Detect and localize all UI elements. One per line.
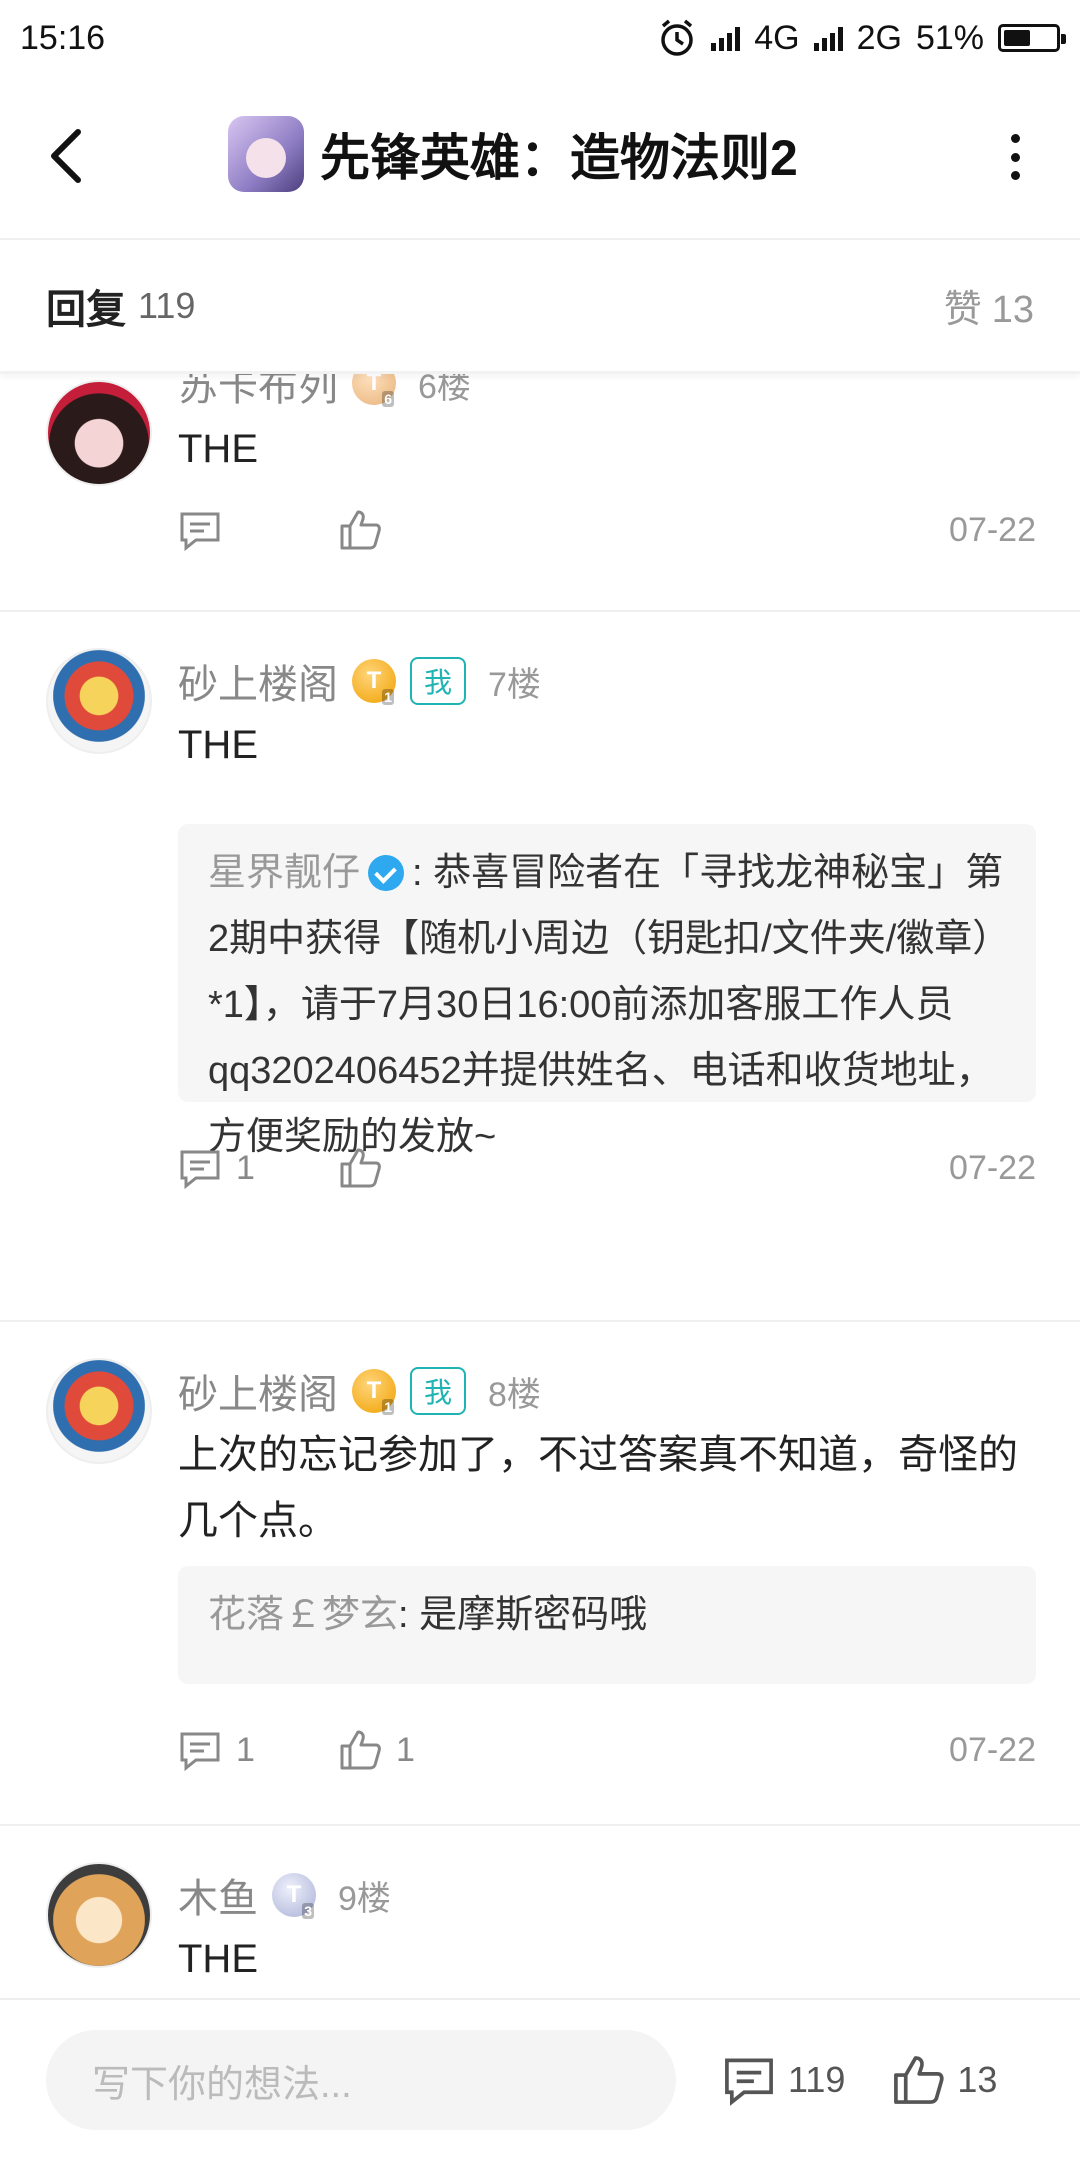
floor-number: 6楼 [418, 374, 471, 406]
battery-percent: 51% [915, 18, 984, 57]
me-badge: 我 [410, 657, 467, 705]
reply-input[interactable]: 写下你的想法... [46, 2030, 676, 2130]
reply-text: THE [178, 723, 258, 767]
comment-icon [180, 512, 220, 552]
reply-meta: 木鱼 T3 9楼 [178, 1866, 391, 1924]
bottom-comment-button[interactable]: 119 [722, 2053, 845, 2107]
reply-actions: 1 07-22 [178, 1138, 1036, 1198]
comment-count: 1 [236, 1730, 255, 1769]
battery-fill [1004, 30, 1030, 46]
comment-button[interactable]: 1 [178, 1728, 338, 1772]
replies-label: 回复 [46, 287, 126, 332]
floor-number: 7楼 [488, 665, 541, 704]
reply-text: 上次的忘记参加了，不过答案真不知道，奇怪的几个点。 [178, 1433, 1018, 1543]
reply-date: 07-22 [949, 1148, 1036, 1187]
level-badge: T3 [272, 1873, 316, 1919]
replies-count: 119 [138, 284, 196, 326]
user-avatar[interactable] [46, 1358, 152, 1464]
status-bar: 15:16 4G 2G 51% [0, 0, 1080, 76]
user-avatar[interactable] [46, 648, 152, 754]
thumbs-up-icon [340, 1730, 381, 1770]
like-button[interactable] [338, 508, 498, 552]
reply-date: 07-22 [949, 510, 1036, 549]
floor-number: 9楼 [338, 1879, 391, 1918]
quoted-reply[interactable]: 花落￡梦玄: 是摩斯密码哦 [178, 1566, 1036, 1684]
page-title: 先锋英雄：造物法则2 [320, 130, 798, 186]
more-options-icon[interactable] [1010, 134, 1020, 180]
title-group: 先锋英雄：造物法则2 [228, 116, 798, 192]
signal-icon-1 [711, 25, 741, 51]
alarm-icon [661, 19, 693, 56]
quote-text: : 恭喜冒险者在「寻找龙神秘宝」第2期中获得【随机小周边（钥匙扣/文件夹/徽章）… [208, 852, 1004, 1158]
quote-text: : 是摩斯密码哦 [398, 1594, 648, 1636]
battery-icon [998, 24, 1066, 52]
status-time: 15:16 [20, 18, 106, 57]
thumbs-up-icon [340, 1148, 381, 1188]
verified-icon [368, 855, 405, 891]
status-icons: 4G 2G 51% [657, 18, 1066, 58]
reply-text: THE [178, 1937, 258, 1981]
level-badge: T1 [352, 1369, 396, 1415]
game-icon [228, 116, 304, 192]
bottom-comment-count: 119 [788, 2059, 846, 2100]
top-app-bar: 先锋英雄：造物法则2 [0, 76, 1080, 240]
likes-count: 13 [991, 289, 1034, 331]
reply-item: 砂上楼阁 T1 我 7楼 THE 星界靓仔: 恭喜冒险者在「寻找龙神秘宝」第2期… [0, 612, 1080, 1322]
reply-text: THE [178, 427, 258, 471]
comment-icon [180, 1150, 220, 1190]
bottom-bar: 写下你的想法... 119 13 [0, 1998, 1080, 2160]
signal-icon-2 [813, 25, 843, 51]
username[interactable]: 砂上楼阁 [178, 1362, 338, 1420]
floor-number: 8楼 [488, 1375, 541, 1414]
reply-meta: 苏卡布列 T6 6楼 [178, 374, 471, 412]
like-button[interactable] [338, 1146, 498, 1190]
user-avatar[interactable] [46, 1862, 152, 1968]
username[interactable]: 苏卡布列 [178, 374, 338, 412]
comment-button[interactable]: 1 [178, 1146, 338, 1190]
me-badge: 我 [410, 1367, 467, 1415]
username[interactable]: 木鱼 [178, 1866, 258, 1924]
level-badge: T1 [352, 659, 396, 705]
comment-button[interactable] [178, 508, 338, 552]
comment-count: 1 [236, 1148, 255, 1187]
network-label-2: 2G [856, 18, 902, 57]
quote-author[interactable]: 花落￡梦玄 [208, 1594, 398, 1636]
reply-meta: 砂上楼阁 T1 我 8楼 [178, 1362, 541, 1420]
thumbs-up-icon [894, 2056, 945, 2104]
like-button[interactable]: 1 [338, 1728, 498, 1772]
level-badge: T6 [352, 374, 396, 407]
reply-list[interactable]: 苏卡布列 T6 6楼 THE 07-22 砂上楼阁 T1 我 7楼 THE 星界… [0, 374, 1080, 1998]
bottom-like-count: 13 [957, 2059, 998, 2100]
user-avatar[interactable] [46, 380, 152, 486]
back-arrow-icon[interactable] [46, 126, 86, 186]
reply-item: 苏卡布列 T6 6楼 THE 07-22 [0, 374, 1080, 612]
reply-item: 木鱼 T3 9楼 THE [0, 1826, 1080, 1998]
comment-icon [725, 2058, 773, 2106]
network-label-1: 4G [754, 18, 800, 57]
reply-meta: 砂上楼阁 T1 我 7楼 [178, 652, 541, 710]
quoted-reply[interactable]: 星界靓仔: 恭喜冒险者在「寻找龙神秘宝」第2期中获得【随机小周边（钥匙扣/文件夹… [178, 824, 1036, 1158]
replies-header: 回复 119 赞 13 [0, 240, 1080, 374]
likes-label: 赞 [943, 289, 982, 331]
reply-actions: 07-22 [178, 500, 1036, 560]
quote-author[interactable]: 星界靓仔 [208, 852, 360, 894]
reply-item: 砂上楼阁 T1 我 8楼 上次的忘记参加了，不过答案真不知道，奇怪的几个点。 花… [0, 1322, 1080, 1826]
reply-date: 07-22 [949, 1730, 1036, 1769]
likes-summary[interactable]: 赞 13 [934, 278, 1034, 333]
like-count: 1 [396, 1730, 415, 1769]
username[interactable]: 砂上楼阁 [178, 652, 338, 710]
comment-icon [180, 1732, 220, 1772]
thumbs-up-icon [340, 510, 381, 550]
bottom-like-button[interactable]: 13 [891, 2053, 997, 2107]
reply-actions: 1 1 07-22 [178, 1720, 1036, 1780]
